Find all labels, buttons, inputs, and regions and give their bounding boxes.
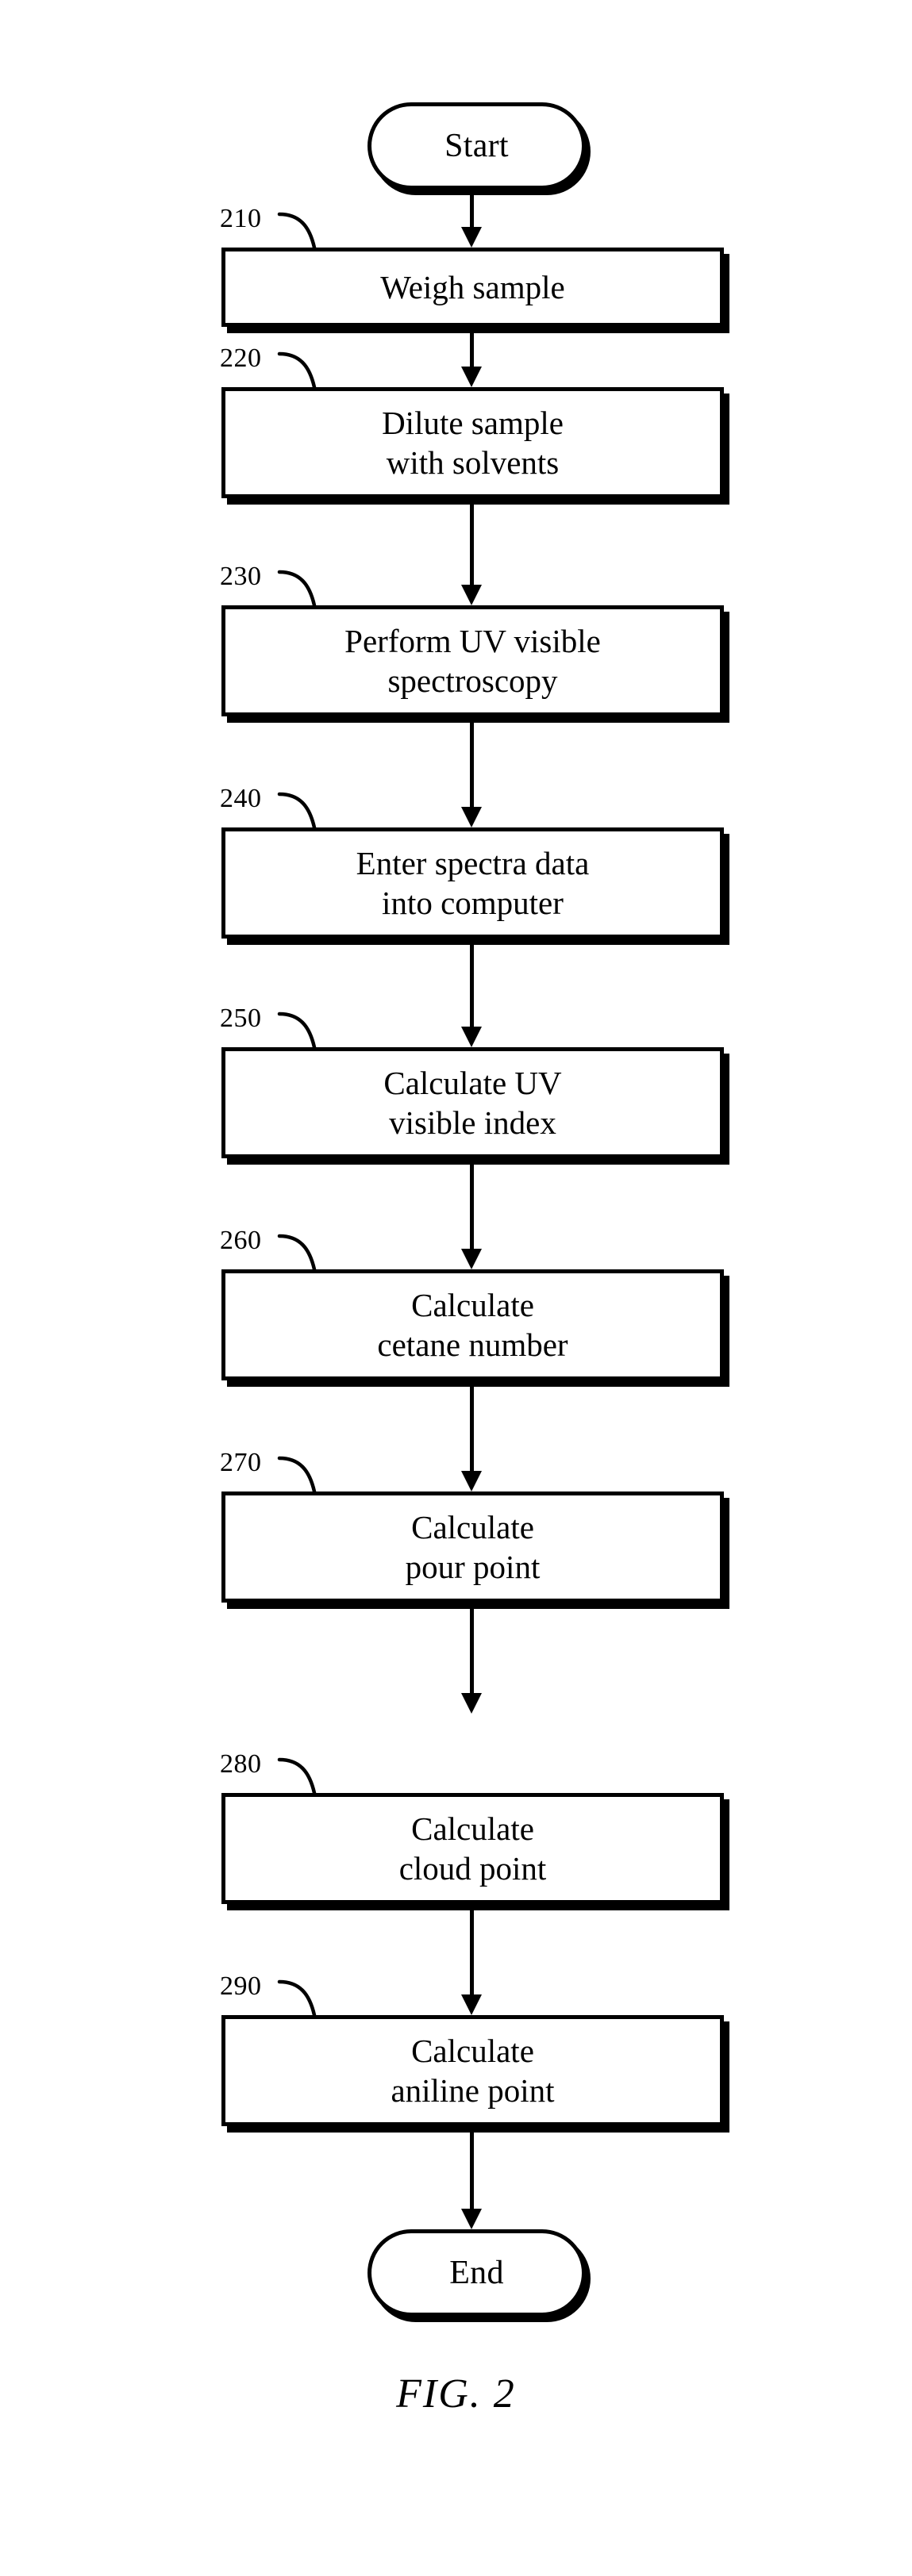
node-step-250-label: Calculate UV visible index [383, 1064, 562, 1141]
ref-numeral-250: 250 [220, 1004, 262, 1033]
node-step-230: Perform UV visible spectroscopy [221, 605, 724, 716]
node-step-280-label: Calculate cloud point [398, 1810, 547, 1887]
arrow-shaft [470, 327, 474, 367]
arrow-head [461, 2209, 482, 2229]
arrow-head [461, 1693, 482, 1714]
arrow-shaft [470, 1380, 474, 1471]
arrow-shaft [470, 498, 474, 585]
arrow-240-to-250 [456, 939, 487, 1047]
arrow-shaft [470, 1158, 474, 1249]
leader-line-260 [277, 1234, 317, 1272]
ref-numeral-290: 290 [220, 1971, 262, 2001]
arrow-270-to-280 [456, 1603, 487, 1714]
node-step-240: Enter spectra data into computer [221, 827, 724, 939]
arrow-head [461, 807, 482, 827]
arrow-shaft [470, 2126, 474, 2209]
ref-numeral-220: 220 [220, 344, 262, 373]
leader-line-240 [277, 792, 317, 830]
leader-line-220 [277, 351, 317, 390]
arrow-start-to-210 [456, 190, 487, 248]
arrow-shaft [470, 1904, 474, 1994]
flowchart-diagram: Start 210 Weigh sample 220 Dilute sample… [0, 0, 912, 2576]
arrow-shaft [470, 190, 474, 227]
arrow-head [461, 227, 482, 248]
ref-numeral-270: 270 [220, 1448, 262, 1477]
node-step-220-label: Dilute sample with solvents [382, 404, 564, 481]
node-step-210: Weigh sample [221, 248, 724, 327]
node-step-260: Calculate cetane number [221, 1269, 724, 1380]
arrow-shaft [470, 939, 474, 1027]
arrow-head [461, 367, 482, 387]
ref-numeral-210: 210 [220, 204, 262, 233]
leader-line-230 [277, 570, 317, 608]
node-end: End [367, 2229, 586, 2317]
ref-numeral-260: 260 [220, 1226, 262, 1255]
node-end-label: End [449, 2254, 504, 2291]
node-start-label: Start [444, 127, 509, 164]
figure-caption: FIG. 2 [396, 2371, 516, 2417]
ref-numeral-280: 280 [220, 1749, 262, 1779]
arrow-280-to-290 [456, 1904, 487, 2015]
node-step-240-label: Enter spectra data into computer [356, 844, 590, 921]
leader-line-290 [277, 1979, 317, 2017]
node-step-270: Calculate pour point [221, 1491, 724, 1603]
leader-line-250 [277, 1012, 317, 1050]
ref-numeral-240: 240 [220, 784, 262, 813]
node-step-290: Calculate aniline point [221, 2015, 724, 2126]
arrow-head [461, 1994, 482, 2015]
ref-numeral-230: 230 [220, 562, 262, 591]
arrow-head [461, 1471, 482, 1491]
arrow-head [461, 585, 482, 605]
node-step-220: Dilute sample with solvents [221, 387, 724, 498]
arrow-290-to-end [456, 2126, 487, 2229]
node-start: Start [367, 102, 586, 190]
arrow-220-to-230 [456, 498, 487, 605]
node-step-230-label: Perform UV visible spectroscopy [344, 622, 601, 699]
arrow-210-to-220 [456, 327, 487, 387]
leader-line-210 [277, 212, 317, 250]
arrow-230-to-240 [456, 716, 487, 827]
node-step-260-label: Calculate cetane number [377, 1286, 568, 1363]
node-step-270-label: Calculate pour point [405, 1508, 541, 1585]
arrow-250-to-260 [456, 1158, 487, 1269]
arrow-head [461, 1027, 482, 1047]
leader-line-280 [277, 1757, 317, 1795]
node-step-280: Calculate cloud point [221, 1793, 724, 1904]
node-step-250: Calculate UV visible index [221, 1047, 724, 1158]
node-step-210-label: Weigh sample [380, 268, 565, 305]
arrow-head [461, 1249, 482, 1269]
arrow-260-to-270 [456, 1380, 487, 1491]
node-step-290-label: Calculate aniline point [391, 2032, 555, 2109]
leader-line-270 [277, 1456, 317, 1494]
arrow-shaft [470, 1603, 474, 1693]
arrow-shaft [470, 716, 474, 807]
